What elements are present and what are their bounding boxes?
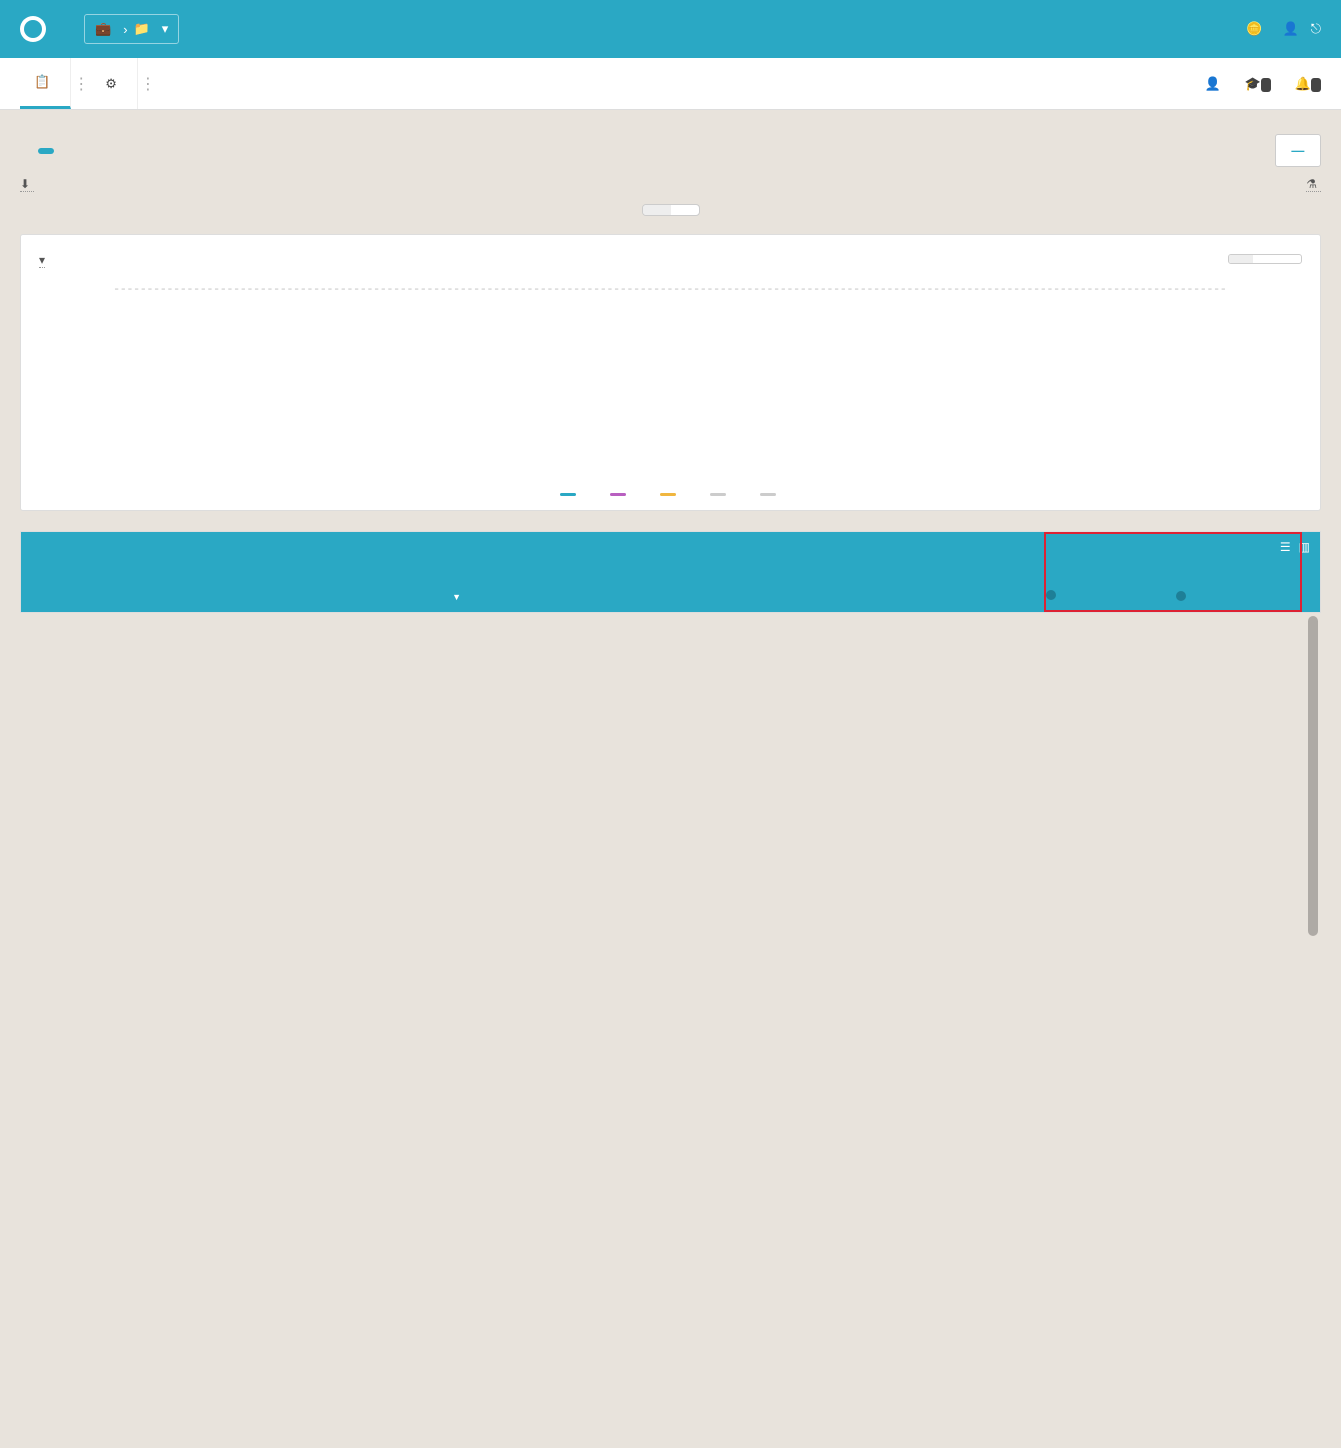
info-icon (1046, 590, 1056, 600)
logout-icon: ⎋ (1311, 21, 1321, 37)
chart-plot (39, 278, 1302, 478)
legend-item-d[interactable] (710, 493, 732, 496)
chart-card: ▾ (20, 234, 1321, 511)
brand-logo[interactable] (20, 16, 54, 42)
page-header: — (0, 110, 1341, 177)
nav-manager[interactable]: 👤 (1204, 76, 1220, 92)
scrollbar-thumb[interactable] (1308, 616, 1318, 936)
info-icon (1176, 591, 1186, 601)
th-deals[interactable] (946, 588, 1066, 602)
user-menu[interactable]: 👤 ⎋ (1283, 21, 1321, 37)
secondary-nav: 📋 ⋮ ⚙ ⋮ 👤 🎓 🔔 (0, 58, 1341, 110)
campaign-table: ☰ ▥ ▼ (20, 531, 1321, 613)
chart-legend (39, 493, 1302, 496)
reports-icon: 📋 (34, 74, 50, 90)
chart-subtitle-dropdown[interactable]: ▾ (39, 253, 45, 268)
nav-training[interactable]: 🎓 (1245, 76, 1271, 92)
nav-alerts[interactable]: 🔔 (1295, 76, 1321, 92)
new-badge (38, 148, 54, 154)
period-weeks[interactable] (1253, 255, 1277, 263)
account-dropdown[interactable]: 💼 › 📁 ▾ (84, 14, 179, 44)
coins-icon: 🪙 (1246, 21, 1262, 36)
period-days[interactable] (1229, 255, 1253, 263)
period-months[interactable] (1277, 255, 1301, 263)
table-header-row: ▼ (21, 532, 1320, 612)
filter-button[interactable]: ⚗ (1306, 177, 1321, 192)
manager-icon: 👤 (1204, 76, 1220, 91)
chevron-right-icon: › (123, 22, 127, 37)
folder-icon: 📁 (134, 21, 150, 37)
logo-icon (20, 16, 46, 42)
table-columns-icon[interactable]: ▥ (1299, 540, 1310, 554)
tab-reports-menu[interactable]: ⋮ (71, 58, 91, 109)
download-button[interactable]: ⬇ (20, 177, 34, 192)
toolbar-row: ⬇ ⚗ (0, 177, 1341, 204)
bell-icon: 🔔 (1295, 76, 1311, 91)
legend-item-a[interactable] (560, 493, 582, 496)
table-density-icon[interactable]: ☰ (1280, 540, 1291, 554)
alerts-badge (1311, 78, 1321, 92)
briefcase-icon: 💼 (95, 21, 111, 37)
tab-settings[interactable]: ⚙ (91, 58, 138, 109)
view-linear[interactable] (643, 205, 671, 215)
legend-item-c[interactable] (660, 493, 682, 496)
view-toggle (0, 204, 1341, 216)
legend-item-e[interactable] (760, 493, 782, 496)
legend-item-b[interactable] (610, 493, 632, 496)
download-icon: ⬇ (20, 177, 30, 191)
graduation-icon: 🎓 (1245, 76, 1261, 91)
training-badge (1261, 78, 1271, 92)
balance[interactable]: 🪙 (1246, 21, 1262, 37)
tab-settings-menu[interactable]: ⋮ (138, 58, 158, 109)
th-budget[interactable]: ▼ (361, 592, 471, 602)
view-share[interactable] (671, 205, 699, 215)
funnel-icon: ⚗ (1306, 177, 1317, 191)
date-range-picker[interactable]: — (1275, 134, 1321, 167)
period-toggle (1228, 254, 1302, 264)
chevron-down-icon: ▾ (162, 21, 169, 37)
th-roi[interactable] (1066, 588, 1196, 602)
topbar: 💼 › 📁 ▾ 🪙 👤 ⎋ (0, 0, 1341, 58)
sliders-icon: ⚙ (105, 76, 117, 92)
user-icon: 👤 (1283, 21, 1299, 37)
tab-reports[interactable]: 📋 (20, 58, 71, 109)
